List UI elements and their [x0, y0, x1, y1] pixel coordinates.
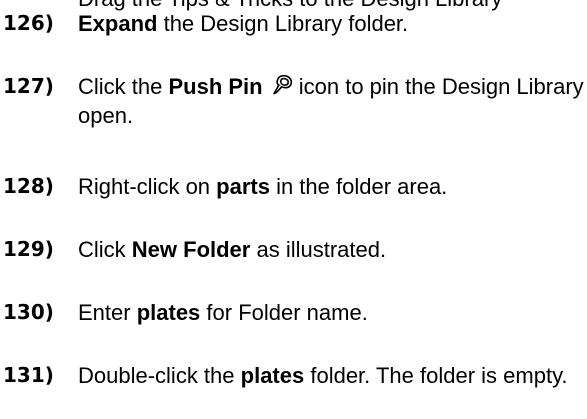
- step-text: Enter plates for Folder name.: [76, 298, 587, 327]
- step-text-part: in the folder area.: [269, 174, 448, 199]
- step-text-part: as illustrated.: [250, 237, 387, 262]
- step-number: 128): [3, 174, 54, 198]
- step-text: Expand the Design Library folder.: [76, 9, 587, 38]
- step-text-part: the Design Library folder.: [157, 11, 409, 36]
- step-text: Right-click on parts in the folder area.: [76, 172, 587, 201]
- step-number: 130): [3, 300, 54, 324]
- step-text-part: Click: [78, 237, 132, 262]
- step-text-part: folder. The folder is empty.: [304, 363, 568, 388]
- instruction-steps: 126) Expand the Design Library folder. 1…: [3, 9, 587, 390]
- step-text-part: Enter: [78, 300, 137, 325]
- step-number: 126): [3, 11, 54, 35]
- step-text-part: Double-click the: [78, 363, 241, 388]
- step-text-part: [263, 74, 269, 99]
- step-129: 129) Click New Folder as illustrated.: [3, 235, 587, 264]
- step-emphasis: plates: [136, 300, 201, 325]
- step-emphasis: Push Pin: [168, 74, 263, 99]
- step-131: 131) Double-click the plates folder. The…: [3, 361, 587, 390]
- step-126: 126) Expand the Design Library folder.: [3, 9, 587, 38]
- step-emphasis: plates: [240, 363, 305, 388]
- step-emphasis: New Folder: [131, 237, 251, 262]
- step-text: Double-click the plates folder. The fold…: [76, 361, 587, 390]
- step-128: 128) Right-click on parts in the folder …: [3, 172, 587, 201]
- step-text-part: Click the: [78, 74, 169, 99]
- step-number: 127): [3, 74, 54, 98]
- step-emphasis: Expand: [78, 11, 158, 36]
- step-text-part: Right-click on: [78, 174, 217, 199]
- step-130: 130) Enter plates for Folder name.: [3, 298, 587, 327]
- step-emphasis: parts: [216, 174, 270, 199]
- step-number: 129): [3, 237, 54, 261]
- push-pin-icon: [272, 74, 294, 96]
- step-text-part: for Folder name.: [200, 300, 368, 325]
- step-text: Click New Folder as illustrated.: [76, 235, 587, 264]
- step-127: 127) Click the Push Pin icon to pin the …: [3, 72, 587, 130]
- step-number: 131): [3, 363, 54, 387]
- step-text: Click the Push Pin icon to pin the Desig…: [76, 72, 587, 130]
